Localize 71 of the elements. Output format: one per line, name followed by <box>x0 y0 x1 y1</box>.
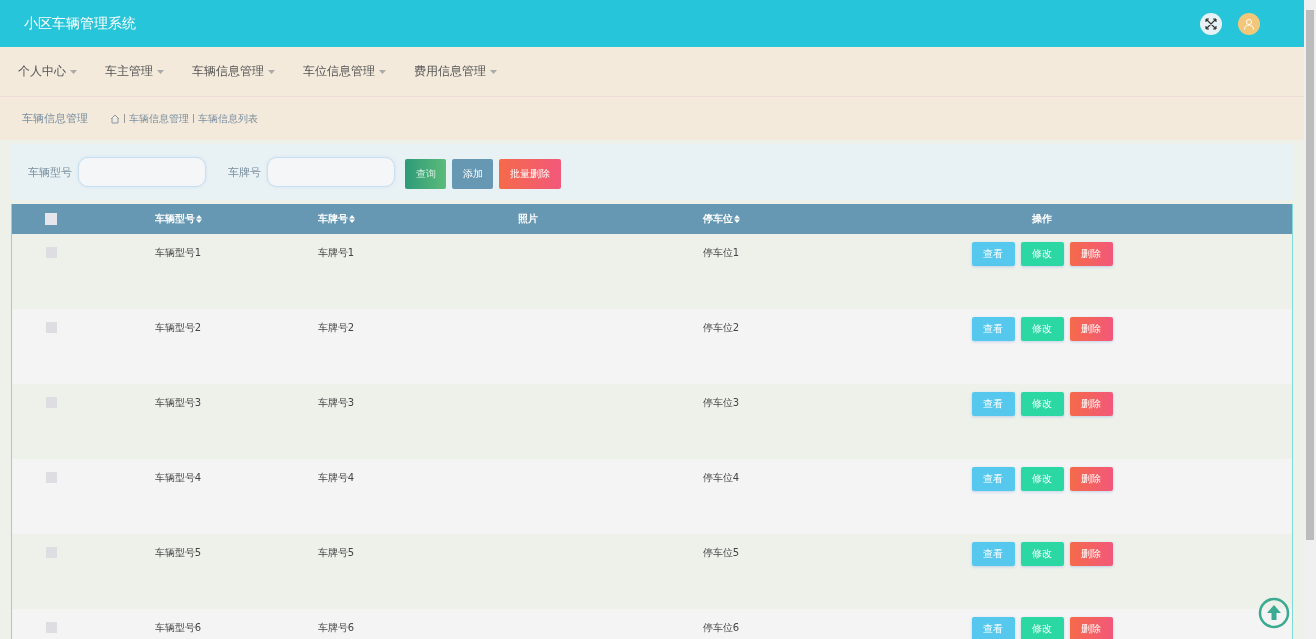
table-cell: 车牌号4 <box>317 472 355 483</box>
edit-button[interactable]: 修改 <box>1020 542 1064 566</box>
input-field[interactable] <box>267 157 395 187</box>
table-cell: 停车位4 <box>702 472 740 483</box>
table-cell: 停车位2 <box>702 322 740 333</box>
edit-button[interactable]: 修改 <box>1020 467 1064 491</box>
view-button[interactable]: 查看 <box>971 317 1015 341</box>
view-button[interactable]: 查看 <box>971 392 1015 416</box>
edit-button[interactable]: 修改 <box>1020 317 1064 341</box>
column-header: 操作 <box>1032 212 1052 226</box>
table-cell: 车辆型号6 <box>154 622 202 633</box>
nav-menu-item[interactable]: 车位信息管理 <box>303 63 386 80</box>
table-cell: 车辆型号2 <box>154 322 202 333</box>
table-cell: 车牌号1 <box>317 247 355 258</box>
page-title: 车辆信息管理 <box>22 111 88 126</box>
delete-button[interactable]: 删除 <box>1069 317 1113 341</box>
table-cell: 停车位5 <box>702 547 740 558</box>
sort-icon[interactable] <box>348 215 355 223</box>
caret-icon <box>268 69 275 74</box>
sort-icon[interactable] <box>733 215 740 223</box>
edit-button[interactable]: 修改 <box>1020 392 1064 416</box>
table-cell: 车牌号5 <box>317 547 355 558</box>
delete-button[interactable]: 删除 <box>1069 617 1113 639</box>
view-button[interactable]: 查看 <box>971 617 1015 639</box>
sort-icon[interactable] <box>195 215 202 223</box>
caret-icon <box>490 69 497 74</box>
caret-icon <box>157 69 164 74</box>
fullscreen-icon[interactable] <box>1200 12 1222 35</box>
view-button[interactable]: 查看 <box>971 542 1015 566</box>
column-header[interactable]: 车牌号 <box>317 212 348 226</box>
table-cell: 车牌号6 <box>317 622 355 633</box>
nav-menu-item[interactable]: 个人中心 <box>18 63 77 80</box>
table-cell: 车牌号2 <box>317 322 355 333</box>
caret-icon <box>379 69 386 74</box>
table-cell: 车辆型号3 <box>154 397 202 408</box>
caret-icon <box>70 69 77 74</box>
table-cell: 车辆型号4 <box>154 472 202 483</box>
table-cell: 停车位6 <box>702 622 740 633</box>
table-cell: 车牌号3 <box>317 397 355 408</box>
delete-button[interactable]: 删除 <box>1069 467 1113 491</box>
nav-menu-item[interactable]: 车辆信息管理 <box>192 63 275 80</box>
search-button[interactable]: 查询 <box>405 159 446 189</box>
input-field[interactable] <box>78 157 206 187</box>
table-cell: 停车位1 <box>702 247 740 258</box>
column-header: 照片 <box>518 212 538 226</box>
table-cell: 停车位3 <box>702 397 740 408</box>
field-label: 车辆型号 <box>28 164 72 180</box>
app-title: 小区车辆管理系统 <box>24 14 137 33</box>
breadcrumb-link[interactable]: 车辆信息管理 <box>129 111 189 126</box>
view-button[interactable]: 查看 <box>971 242 1015 266</box>
nav-menu-item[interactable]: 费用信息管理 <box>414 63 497 80</box>
column-header[interactable]: 车辆型号 <box>154 212 195 226</box>
nav-menu-item[interactable]: 车主管理 <box>105 63 164 80</box>
view-button[interactable]: 查看 <box>971 467 1015 491</box>
delete-button[interactable]: 删除 <box>1069 542 1113 566</box>
add-button[interactable]: 添加 <box>452 159 493 189</box>
column-header[interactable]: 停车位 <box>702 212 733 226</box>
avatar-icon[interactable] <box>1238 12 1260 35</box>
scrollbar-thumb[interactable] <box>1306 10 1314 540</box>
delete-button[interactable]: 删除 <box>1069 242 1113 266</box>
breadcrumb-link[interactable]: 车辆信息列表 <box>198 111 258 126</box>
home-icon[interactable] <box>110 113 120 124</box>
back-to-top-icon[interactable] <box>1258 597 1290 629</box>
delete-button[interactable]: 批量删除 <box>499 159 561 189</box>
edit-button[interactable]: 修改 <box>1020 242 1064 266</box>
edit-button[interactable]: 修改 <box>1020 617 1064 639</box>
delete-button[interactable]: 删除 <box>1069 392 1113 416</box>
table-cell: 车辆型号5 <box>154 547 202 558</box>
table-cell: 车辆型号1 <box>154 247 202 258</box>
field-label: 车牌号 <box>228 164 261 180</box>
checkbox[interactable] <box>45 213 57 225</box>
